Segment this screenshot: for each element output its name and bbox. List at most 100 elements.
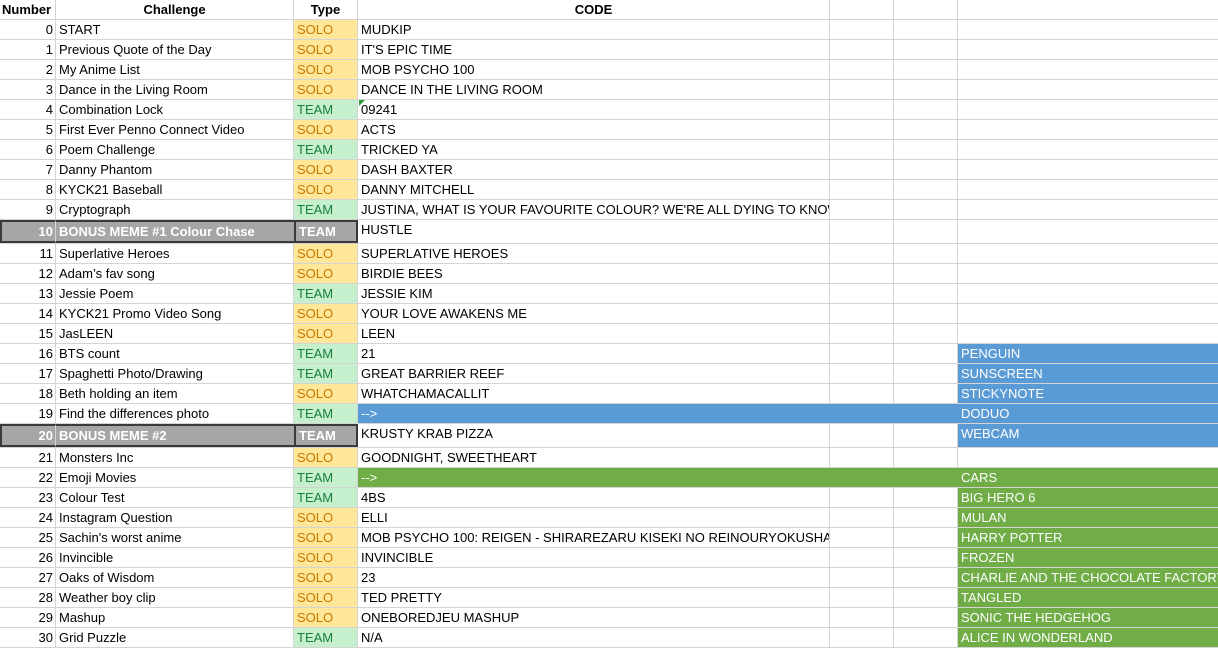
cell-empty[interactable]	[830, 60, 894, 79]
cell-type[interactable]: TEAM	[294, 424, 358, 447]
cell-code[interactable]: GOODNIGHT, SWEETHEART	[358, 448, 830, 467]
cell-number[interactable]: 18	[0, 384, 56, 403]
cell-extra[interactable]: HARRY POTTER	[958, 528, 1218, 547]
cell-challenge[interactable]: JasLEEN	[56, 324, 294, 343]
cell-type[interactable]: TEAM	[294, 344, 358, 363]
cell-type[interactable]: TEAM	[294, 468, 358, 487]
cell-empty[interactable]	[894, 548, 958, 567]
cell-challenge[interactable]: Sachin's worst anime	[56, 528, 294, 547]
cell-type[interactable]: SOLO	[294, 528, 358, 547]
cell-code[interactable]: ONEBOREDJEU MASHUP	[358, 608, 830, 627]
cell-empty[interactable]	[894, 60, 958, 79]
cell-challenge[interactable]: Weather boy clip	[56, 588, 294, 607]
cell-empty[interactable]	[830, 344, 894, 363]
cell-number[interactable]: 25	[0, 528, 56, 547]
cell-code[interactable]: HUSTLE	[358, 220, 830, 243]
cell-extra[interactable]	[958, 40, 1218, 59]
cell-empty[interactable]	[830, 20, 894, 39]
cell-number[interactable]: 3	[0, 80, 56, 99]
cell-empty[interactable]	[894, 628, 958, 647]
cell-code[interactable]: SUPERLATIVE HEROES	[358, 244, 830, 263]
cell-extra[interactable]: STICKYNOTE	[958, 384, 1218, 403]
cell-challenge[interactable]: Colour Test	[56, 488, 294, 507]
cell-number[interactable]: 17	[0, 364, 56, 383]
cell-number[interactable]: 2	[0, 60, 56, 79]
cell-challenge[interactable]: START	[56, 20, 294, 39]
cell-challenge[interactable]: Mashup	[56, 608, 294, 627]
header-empty-2[interactable]	[894, 0, 958, 19]
cell-extra[interactable]: SONIC THE HEDGEHOG	[958, 608, 1218, 627]
cell-empty[interactable]	[830, 488, 894, 507]
cell-challenge[interactable]: Poem Challenge	[56, 140, 294, 159]
cell-empty[interactable]	[894, 448, 958, 467]
cell-empty[interactable]	[830, 220, 894, 243]
cell-code[interactable]: ELLI	[358, 508, 830, 527]
cell-empty[interactable]	[894, 424, 958, 447]
cell-number[interactable]: 23	[0, 488, 56, 507]
header-code[interactable]: CODE	[358, 0, 830, 19]
cell-empty[interactable]	[830, 508, 894, 527]
cell-extra[interactable]	[958, 180, 1218, 199]
cell-empty[interactable]	[894, 384, 958, 403]
cell-type[interactable]: SOLO	[294, 588, 358, 607]
cell-empty[interactable]	[830, 80, 894, 99]
cell-type[interactable]: TEAM	[294, 140, 358, 159]
cell-code[interactable]: DANNY MITCHELL	[358, 180, 830, 199]
cell-empty[interactable]	[894, 80, 958, 99]
cell-number[interactable]: 19	[0, 404, 56, 423]
cell-empty[interactable]	[830, 424, 894, 447]
cell-extra[interactable]: CARS	[958, 468, 1218, 487]
cell-empty[interactable]	[830, 40, 894, 59]
cell-challenge[interactable]: Monsters Inc	[56, 448, 294, 467]
cell-empty[interactable]	[894, 404, 958, 423]
cell-number[interactable]: 22	[0, 468, 56, 487]
cell-empty[interactable]	[830, 180, 894, 199]
cell-type[interactable]: TEAM	[294, 628, 358, 647]
cell-challenge[interactable]: Emoji Movies	[56, 468, 294, 487]
cell-empty[interactable]	[830, 448, 894, 467]
cell-empty[interactable]	[830, 324, 894, 343]
cell-empty[interactable]	[830, 364, 894, 383]
cell-empty[interactable]	[894, 528, 958, 547]
cell-empty[interactable]	[830, 120, 894, 139]
cell-number[interactable]: 15	[0, 324, 56, 343]
cell-challenge[interactable]: Find the differences photo	[56, 404, 294, 423]
cell-extra[interactable]	[958, 80, 1218, 99]
cell-empty[interactable]	[894, 180, 958, 199]
cell-empty[interactable]	[830, 628, 894, 647]
cell-extra[interactable]: DODUO	[958, 404, 1218, 423]
cell-code[interactable]: INVINCIBLE	[358, 548, 830, 567]
cell-extra[interactable]	[958, 304, 1218, 323]
cell-empty[interactable]	[894, 344, 958, 363]
cell-empty[interactable]	[894, 608, 958, 627]
cell-empty[interactable]	[830, 200, 894, 219]
header-extra[interactable]	[958, 0, 1218, 19]
cell-type[interactable]: SOLO	[294, 80, 358, 99]
cell-type[interactable]: SOLO	[294, 60, 358, 79]
cell-code[interactable]: MOB PSYCHO 100	[358, 60, 830, 79]
cell-code[interactable]: YOUR LOVE AWAKENS ME	[358, 304, 830, 323]
cell-empty[interactable]	[894, 100, 958, 119]
cell-extra[interactable]	[958, 160, 1218, 179]
cell-code[interactable]: 21	[358, 344, 830, 363]
cell-number[interactable]: 26	[0, 548, 56, 567]
cell-type[interactable]: SOLO	[294, 448, 358, 467]
cell-challenge[interactable]: Jessie Poem	[56, 284, 294, 303]
cell-challenge[interactable]: Beth holding an item	[56, 384, 294, 403]
cell-empty[interactable]	[894, 140, 958, 159]
cell-challenge[interactable]: BONUS MEME #2	[56, 424, 294, 447]
cell-type[interactable]: TEAM	[294, 200, 358, 219]
cell-type[interactable]: SOLO	[294, 568, 358, 587]
comment-indicator-icon[interactable]	[359, 100, 365, 106]
cell-empty[interactable]	[894, 264, 958, 283]
cell-number[interactable]: 27	[0, 568, 56, 587]
cell-code[interactable]: MUDKIP	[358, 20, 830, 39]
cell-challenge[interactable]: Dance in the Living Room	[56, 80, 294, 99]
cell-code[interactable]: -->	[358, 404, 830, 423]
cell-number[interactable]: 13	[0, 284, 56, 303]
cell-type[interactable]: SOLO	[294, 40, 358, 59]
cell-empty[interactable]	[894, 160, 958, 179]
cell-challenge[interactable]: Adam’s fav song	[56, 264, 294, 283]
cell-extra[interactable]: MULAN	[958, 508, 1218, 527]
cell-type[interactable]: TEAM	[294, 100, 358, 119]
